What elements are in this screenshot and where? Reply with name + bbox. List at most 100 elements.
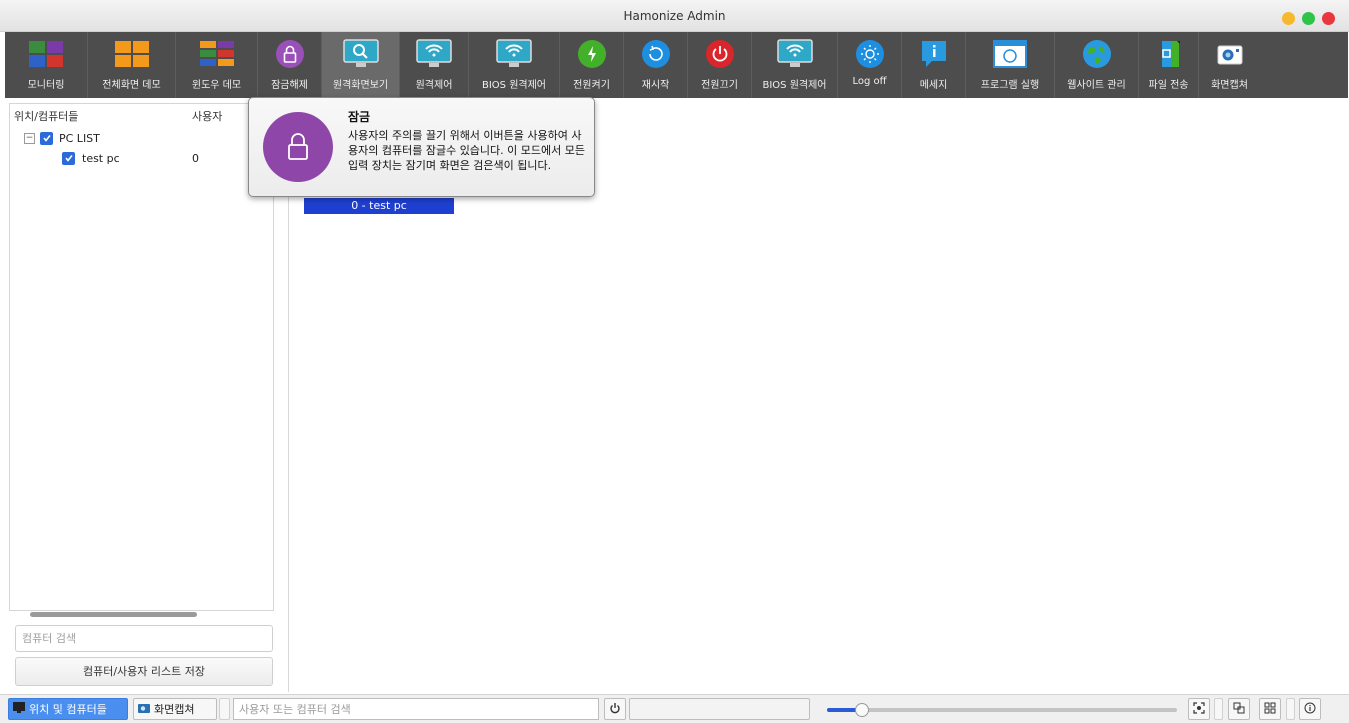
toolbar-fullscreen-demo-button[interactable]: 전체화면 데모 xyxy=(88,32,176,98)
maximize-button[interactable] xyxy=(1302,12,1315,25)
power-filter-button[interactable] xyxy=(604,698,626,720)
group-label: PC LIST xyxy=(59,131,100,145)
group-checkbox[interactable] xyxy=(40,131,53,145)
remote-control-icon xyxy=(414,37,454,71)
toolbar-label: 웹사이트 관리 xyxy=(1067,80,1126,91)
computer-tile[interactable]: 0 - test pc xyxy=(304,198,454,214)
minimize-button[interactable] xyxy=(1282,12,1295,25)
toolbar-screenshot-button[interactable]: 화면캡쳐 xyxy=(1199,32,1260,98)
toolbar-label: 전체화면 데모 xyxy=(102,80,161,91)
reboot-icon xyxy=(636,37,676,71)
toolbar-label: 원격화면보기 xyxy=(332,80,389,91)
tree-header: 위치/컴퓨터들 사용자 xyxy=(10,104,273,128)
toolbar-label: 잠금해제 xyxy=(271,80,308,91)
separator-handle xyxy=(219,698,230,720)
computer-tree-panel: 위치/컴퓨터들 사용자 − PC LIST test pc 0 xyxy=(9,103,274,617)
toolbar-run-program-button[interactable]: 프로그램 실행 xyxy=(966,32,1055,98)
fit-screen-button[interactable] xyxy=(1188,698,1210,720)
toolbar-label: 재시작 xyxy=(641,80,670,91)
toolbar-label: 파일 전송 xyxy=(1148,80,1189,91)
monitoring-grid-icon xyxy=(26,37,66,71)
toolbar-message-button[interactable]: 메세지 xyxy=(902,32,966,98)
toolbar-power-off-button[interactable]: 전원끄기 xyxy=(688,32,752,98)
save-list-button[interactable]: 컴퓨터/사용자 리스트 저장 xyxy=(15,657,273,686)
file-transfer-icon xyxy=(1149,37,1189,71)
monitor-icon xyxy=(13,702,25,716)
info-icon xyxy=(1304,702,1316,717)
message-icon xyxy=(914,37,954,71)
toolbar-file-transfer-button[interactable]: 파일 전송 xyxy=(1139,32,1199,98)
screenshot-toggle[interactable]: 화면캡쳐 xyxy=(133,698,217,720)
bios-remote-control-icon xyxy=(494,37,534,71)
toolbar-remote-view-button[interactable]: 원격화면보기 xyxy=(322,32,400,98)
power-off-icon xyxy=(700,37,740,71)
fullscreen-demo-icon xyxy=(112,37,152,71)
power-icon xyxy=(609,702,621,717)
bios-remote-control-icon xyxy=(775,37,815,71)
arrange-icon xyxy=(1233,702,1245,717)
computer-search-input[interactable] xyxy=(15,625,273,652)
toolbar-power-on-button[interactable]: 전원켜기 xyxy=(560,32,624,98)
toolbar-label: 모니터링 xyxy=(27,80,65,91)
tree-horizontal-scrollbar[interactable] xyxy=(30,612,197,617)
collapse-icon[interactable]: − xyxy=(24,132,35,144)
tree-group-pc-list[interactable]: − PC LIST xyxy=(10,128,273,148)
toolbar-log-off-button[interactable]: Log off xyxy=(838,32,902,98)
toolbar-label: 전원끄기 xyxy=(701,80,738,91)
user-computer-search-input[interactable] xyxy=(233,698,599,720)
grid-icon xyxy=(1264,702,1276,717)
toolbar-label: Log off xyxy=(852,76,887,87)
status-field xyxy=(629,698,810,720)
status-bar: 위치 및 컴퓨터들 화면캡쳐 xyxy=(0,694,1349,723)
toolbar-label: 메세지 xyxy=(919,80,948,91)
camera-icon xyxy=(1210,37,1250,71)
lock-icon xyxy=(263,112,333,182)
toolbar-bios-remote-control-2-button[interactable]: BIOS 원격제어 xyxy=(752,32,838,98)
separator-handle xyxy=(1286,698,1295,720)
toolbar-remote-control-button[interactable]: 원격제어 xyxy=(400,32,469,98)
pc-name: test pc xyxy=(82,151,120,165)
toolbar-unlock-button[interactable]: 잠금해제 xyxy=(258,32,322,98)
pc-checkbox[interactable] xyxy=(62,151,75,165)
camera-icon xyxy=(138,703,150,716)
toolbar-label: 원격제어 xyxy=(415,80,453,91)
screenshot-button-label: 화면캡쳐 xyxy=(154,703,195,716)
website-icon xyxy=(1077,37,1117,71)
separator-handle xyxy=(1214,698,1223,720)
zoom-slider[interactable] xyxy=(827,703,1177,717)
toolbar-label: 윈도우 데모 xyxy=(191,80,242,91)
main-toolbar: 모니터링 전체화면 데모 윈도우 데모 잠금해제 원격화면보기 원격제어 BIO… xyxy=(5,32,1348,98)
column-user[interactable]: 사용자 xyxy=(192,108,222,124)
lock-icon xyxy=(270,37,310,71)
log-off-icon xyxy=(850,37,890,71)
zoom-slider-handle[interactable] xyxy=(855,703,869,717)
toolbar-label: 화면캡쳐 xyxy=(1211,80,1248,91)
toolbar-website-management-button[interactable]: 웹사이트 관리 xyxy=(1055,32,1139,98)
column-location[interactable]: 위치/컴퓨터들 xyxy=(10,108,192,124)
window-demo-icon xyxy=(197,37,237,71)
toolbar-label: BIOS 원격제어 xyxy=(762,80,827,91)
fit-screen-icon xyxy=(1193,701,1205,717)
pc-user-count: 0 xyxy=(192,151,199,165)
title-bar: Hamonize Admin xyxy=(0,0,1349,32)
toolbar-label: 프로그램 실행 xyxy=(980,80,1040,91)
power-on-icon xyxy=(572,37,612,71)
toolbar-monitoring-button[interactable]: 모니터링 xyxy=(5,32,88,98)
toolbar-label: BIOS 원격제어 xyxy=(481,80,546,91)
close-button[interactable] xyxy=(1322,12,1335,25)
lock-tooltip: 잠금 사용자의 주의를 끌기 위해서 이버튼을 사용하여 사용자의 컴퓨터를 잠… xyxy=(248,97,595,197)
locations-button-label: 위치 및 컴퓨터들 xyxy=(29,703,107,716)
tooltip-title: 잠금 xyxy=(348,110,371,124)
toolbar-label: 전원켜기 xyxy=(573,80,610,91)
tree-item-test-pc[interactable]: test pc 0 xyxy=(10,148,273,168)
remote-view-icon xyxy=(341,37,381,71)
toolbar-window-demo-button[interactable]: 윈도우 데모 xyxy=(176,32,258,98)
window-title: Hamonize Admin xyxy=(623,9,726,23)
run-program-icon xyxy=(990,37,1030,71)
toolbar-reboot-button[interactable]: 재시작 xyxy=(624,32,688,98)
about-button[interactable] xyxy=(1299,698,1321,720)
auto-arrange-button[interactable] xyxy=(1228,698,1250,720)
toolbar-bios-remote-control-button[interactable]: BIOS 원격제어 xyxy=(469,32,560,98)
locations-computers-toggle[interactable]: 위치 및 컴퓨터들 xyxy=(8,698,128,720)
grid-view-button[interactable] xyxy=(1259,698,1281,720)
